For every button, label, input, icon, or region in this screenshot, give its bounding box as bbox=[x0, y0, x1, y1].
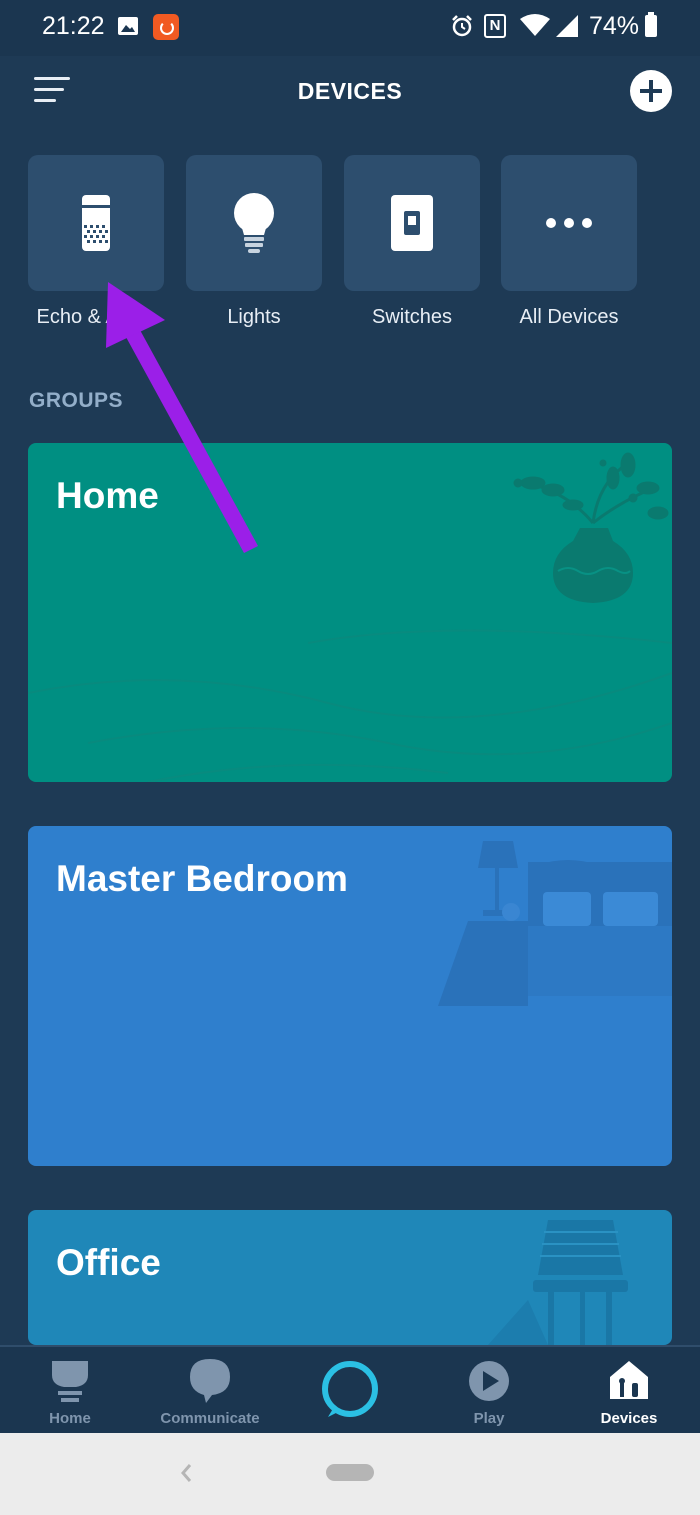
nav-communicate[interactable]: Communicate bbox=[150, 1347, 270, 1435]
battery-percent: 74% bbox=[589, 12, 640, 40]
group-card-office[interactable]: Office bbox=[28, 1210, 672, 1345]
back-chevron-icon[interactable] bbox=[174, 1453, 198, 1493]
bottom-nav: Home Communicate Play Devices bbox=[0, 1345, 700, 1435]
image-icon bbox=[118, 17, 138, 35]
nav-devices[interactable]: Devices bbox=[569, 1347, 689, 1435]
category-echo-alexa[interactable] bbox=[28, 155, 164, 291]
category-all-devices[interactable] bbox=[501, 155, 637, 291]
nav-communicate-label: Communicate bbox=[160, 1410, 260, 1427]
nav-home[interactable]: Home bbox=[10, 1347, 130, 1435]
group-title-office: Office bbox=[56, 1242, 161, 1283]
alexa-ring-icon bbox=[322, 1361, 378, 1417]
light-bulb-icon bbox=[234, 193, 274, 253]
category-lights-label[interactable]: Lights bbox=[174, 306, 334, 329]
group-card-home[interactable]: Home bbox=[28, 443, 672, 782]
devices-house-icon bbox=[610, 1361, 648, 1399]
more-dots-icon bbox=[546, 218, 592, 228]
nav-home-label: Home bbox=[49, 1410, 91, 1427]
app-notification-icon bbox=[153, 14, 179, 40]
nav-alexa[interactable] bbox=[290, 1347, 410, 1435]
status-time: 21:22 bbox=[42, 12, 105, 40]
wifi-icon bbox=[520, 14, 550, 36]
groups-heading: GROUPS bbox=[29, 389, 124, 412]
play-icon bbox=[469, 1361, 509, 1401]
add-device-button[interactable] bbox=[630, 70, 672, 112]
chat-bubble-icon bbox=[190, 1359, 230, 1403]
nav-devices-label: Devices bbox=[600, 1410, 658, 1427]
category-echo-alexa-label[interactable]: Echo & Alexa bbox=[16, 306, 176, 329]
nfc-icon: N bbox=[484, 14, 506, 38]
category-lights[interactable] bbox=[186, 155, 322, 291]
home-feed-icon bbox=[52, 1361, 88, 1402]
page-title: DEVICES bbox=[297, 78, 403, 104]
category-all-devices-label[interactable]: All Devices bbox=[489, 306, 649, 329]
battery-icon bbox=[645, 12, 657, 37]
nav-play[interactable]: Play bbox=[429, 1347, 549, 1435]
home-gesture-pill[interactable] bbox=[326, 1464, 374, 1481]
group-title-master-bedroom: Master Bedroom bbox=[56, 858, 348, 899]
category-switches-label[interactable]: Switches bbox=[332, 306, 492, 329]
alarm-icon bbox=[452, 15, 472, 37]
echo-speaker-icon bbox=[82, 195, 110, 251]
nav-play-label: Play bbox=[473, 1410, 505, 1427]
category-switches[interactable] bbox=[344, 155, 480, 291]
signal-icon bbox=[556, 15, 578, 37]
group-title-home: Home bbox=[56, 475, 159, 516]
group-card-master-bedroom[interactable]: Master Bedroom bbox=[28, 826, 672, 1166]
light-switch-icon bbox=[391, 195, 433, 251]
status-bar: 21:22 N 74% bbox=[0, 0, 700, 56]
